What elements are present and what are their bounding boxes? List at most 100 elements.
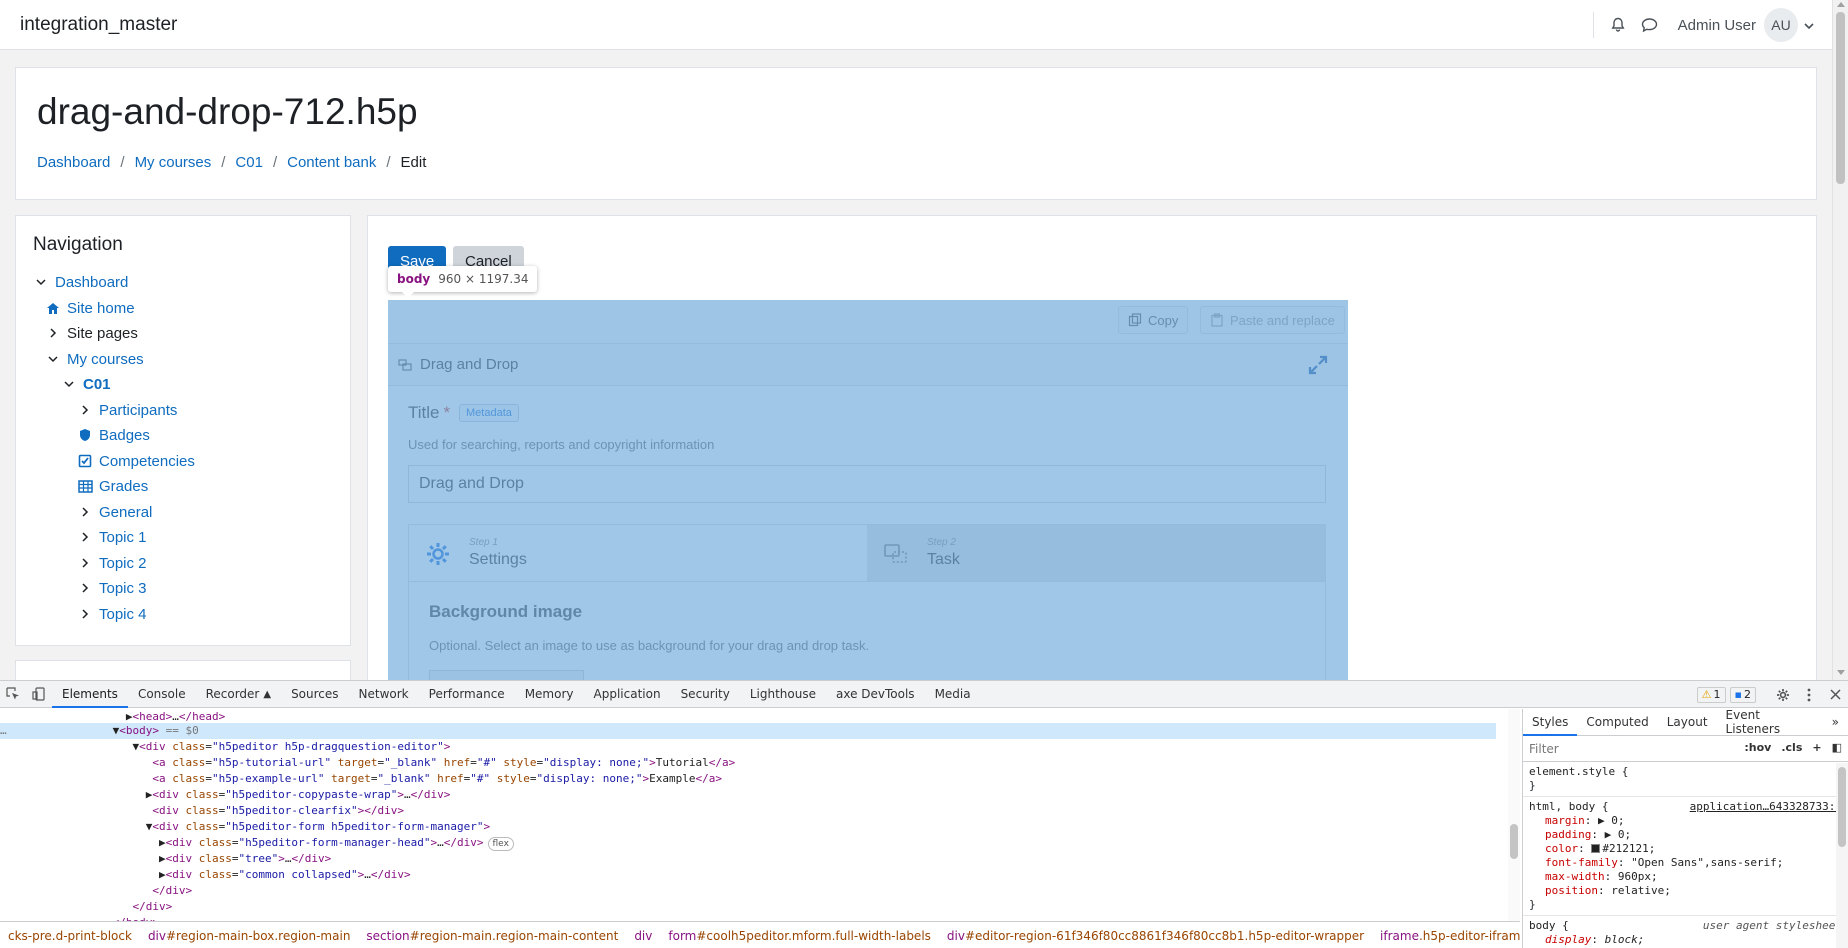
breadcrumb-my-courses[interactable]: My courses — [135, 154, 212, 171]
settings-gear-icon[interactable] — [1770, 681, 1796, 708]
nav-item-general[interactable]: General — [77, 501, 152, 523]
dom-node[interactable]: </div> — [0, 883, 1496, 899]
close-icon[interactable] — [1822, 681, 1848, 708]
nav-label[interactable]: C01 — [83, 376, 111, 393]
breadcrumb-c01[interactable]: C01 — [235, 154, 263, 171]
tab-memory[interactable]: Memory — [515, 681, 584, 708]
scroll-down-arrow[interactable] — [1837, 670, 1845, 675]
breadcrumb-dashboard[interactable]: Dashboard — [37, 154, 110, 171]
nav-label[interactable]: Topic 2 — [99, 555, 147, 572]
css-property[interactable]: font-family: "Open Sans",sans-serif; — [1529, 856, 1842, 870]
dom-crumb[interactable]: div#editor-region-61f346f80cc8861f346f80… — [939, 929, 1372, 943]
page-scrollbar[interactable] — [1832, 0, 1848, 680]
more-options-icon[interactable] — [1796, 681, 1822, 708]
chevron-right-icon[interactable] — [77, 529, 93, 545]
nav-item-competencies[interactable]: Competencies — [77, 450, 195, 472]
css-property[interactable]: display: block; — [1529, 933, 1842, 947]
warnings-badge[interactable]: ⚠ 1 — [1696, 686, 1726, 703]
nav-item-badges[interactable]: Badges — [77, 424, 150, 446]
paste-replace-button[interactable]: Paste and replace — [1200, 306, 1345, 334]
chevron-right-icon[interactable] — [77, 555, 93, 571]
tab-sources[interactable]: Sources — [281, 681, 348, 708]
dom-node[interactable]: ▼<div class="h5peditor-form h5peditor-fo… — [0, 819, 1496, 835]
nav-label[interactable]: Topic 3 — [99, 580, 147, 597]
dom-node[interactable]: <a class="h5p-tutorial-url" target="_bla… — [0, 755, 1496, 771]
dom-crumb[interactable]: form#coolh5peditor.mform.full-width-labe… — [660, 929, 939, 943]
chevron-down-icon[interactable] — [1804, 17, 1814, 34]
tab-lighthouse[interactable]: Lighthouse — [740, 681, 826, 708]
nav-item-grades[interactable]: Grades — [77, 475, 148, 497]
css-property[interactable]: margin: ▶ 0; — [1529, 814, 1842, 828]
tab-event-listeners[interactable]: Event Listeners — [1717, 708, 1823, 736]
styles-filter[interactable]: Filter :hov .cls + ◧ — [1523, 736, 1848, 762]
elements-scrollbar[interactable] — [1508, 709, 1520, 921]
dom-crumb[interactable]: div#region-main-box.region-main — [140, 929, 358, 943]
element-style-rule[interactable]: element.style { } — [1523, 762, 1848, 797]
dom-node[interactable]: <a class="h5p-example-url" target="_blan… — [0, 771, 1496, 787]
chevron-right-icon[interactable] — [77, 402, 93, 418]
tab-recorder[interactable]: Recorder ▲ — [196, 681, 281, 708]
css-rule[interactable]: html, body { application…643328733:1 mar… — [1523, 797, 1848, 916]
add-rule-icon[interactable]: + — [1812, 741, 1821, 754]
chevron-right-icon[interactable] — [77, 606, 93, 622]
filter-input[interactable]: Filter — [1529, 742, 1559, 756]
dom-node[interactable]: </div> — [0, 899, 1496, 915]
dom-node[interactable]: <div class="h5peditor-clearfix"></div> — [0, 803, 1496, 819]
css-property[interactable]: max-width: 960px; — [1529, 870, 1842, 884]
chevron-down-icon[interactable] — [33, 274, 49, 290]
nav-label[interactable]: Topic 1 — [99, 529, 147, 546]
fullscreen-icon[interactable] — [1308, 355, 1328, 375]
tab-elements[interactable]: Elements — [52, 681, 128, 708]
dom-node[interactable]: ▶<div class="tree">…</div> — [0, 851, 1496, 867]
chat-icon[interactable] — [1640, 15, 1660, 35]
bell-icon[interactable] — [1608, 15, 1628, 35]
dom-node[interactable]: ▶<div class="common collapsed">…</div> — [0, 867, 1496, 883]
scroll-thumb[interactable] — [1838, 767, 1846, 847]
nav-item-site-pages[interactable]: Site pages — [45, 322, 138, 344]
messages-badge[interactable]: ▪ 2 — [1729, 686, 1756, 703]
dom-node-body-selected[interactable]: … ▼<body> == $0 — [0, 723, 1496, 739]
more-tabs-icon[interactable]: » — [1823, 709, 1848, 736]
chevron-right-icon[interactable] — [77, 504, 93, 520]
nav-item-topic-1[interactable]: Topic 1 — [77, 526, 147, 548]
step-task[interactable]: Step 2 Task — [867, 525, 1325, 581]
dom-crumb[interactable]: cks-pre.d-print-block — [0, 929, 140, 943]
avatar[interactable]: AU — [1764, 8, 1798, 42]
device-toolbar-icon[interactable] — [26, 681, 52, 708]
dom-crumb[interactable]: section#region-main.region-main-content — [358, 929, 626, 943]
nav-label[interactable]: My courses — [67, 351, 144, 368]
chevron-down-icon[interactable] — [61, 376, 77, 392]
nav-label[interactable]: Site home — [67, 300, 135, 317]
nav-label[interactable]: Grades — [99, 478, 148, 495]
nav-label[interactable]: Competencies — [99, 453, 195, 470]
tab-styles[interactable]: Styles — [1523, 709, 1578, 736]
nav-label[interactable]: Participants — [99, 402, 177, 419]
nav-label[interactable]: General — [99, 504, 152, 521]
scroll-thumb[interactable] — [1510, 824, 1518, 859]
metadata-button[interactable]: Metadata — [459, 404, 519, 422]
scroll-thumb[interactable] — [1836, 12, 1845, 184]
nav-label[interactable]: Dashboard — [55, 274, 128, 291]
inspect-element-icon[interactable] — [0, 681, 26, 708]
site-brand[interactable]: integration_master — [20, 14, 177, 36]
chevron-right-icon[interactable] — [45, 325, 61, 341]
upload-image-button[interactable] — [429, 670, 584, 680]
nav-item-topic-2[interactable]: Topic 2 — [77, 552, 147, 574]
dom-node[interactable]: ▶<div class="h5peditor-copypaste-wrap">…… — [0, 787, 1496, 803]
tab-security[interactable]: Security — [671, 681, 740, 708]
user-agent-rule[interactable]: body { user agent stylesheet display: bl… — [1523, 916, 1848, 948]
dom-crumb[interactable]: div — [626, 929, 660, 943]
tab-axe-devtools[interactable]: axe DevTools — [826, 681, 925, 708]
scroll-up-arrow[interactable] — [1837, 2, 1845, 7]
hov-toggle[interactable]: :hov — [1744, 741, 1771, 754]
copy-button[interactable]: Copy — [1118, 306, 1189, 334]
dom-node[interactable]: ▶<div class="h5peditor-form-manager-head… — [0, 835, 1496, 851]
cls-toggle[interactable]: .cls — [1781, 741, 1802, 754]
user-name[interactable]: Admin User — [1678, 17, 1756, 34]
breadcrumb-content-bank[interactable]: Content bank — [287, 154, 376, 171]
rule-source-link[interactable]: application…643328733:1 — [1690, 800, 1842, 814]
tab-layout[interactable]: Layout — [1658, 709, 1717, 736]
nav-item-site-home[interactable]: Site home — [45, 297, 135, 319]
tab-media[interactable]: Media — [925, 681, 981, 708]
tab-computed[interactable]: Computed — [1577, 709, 1657, 736]
